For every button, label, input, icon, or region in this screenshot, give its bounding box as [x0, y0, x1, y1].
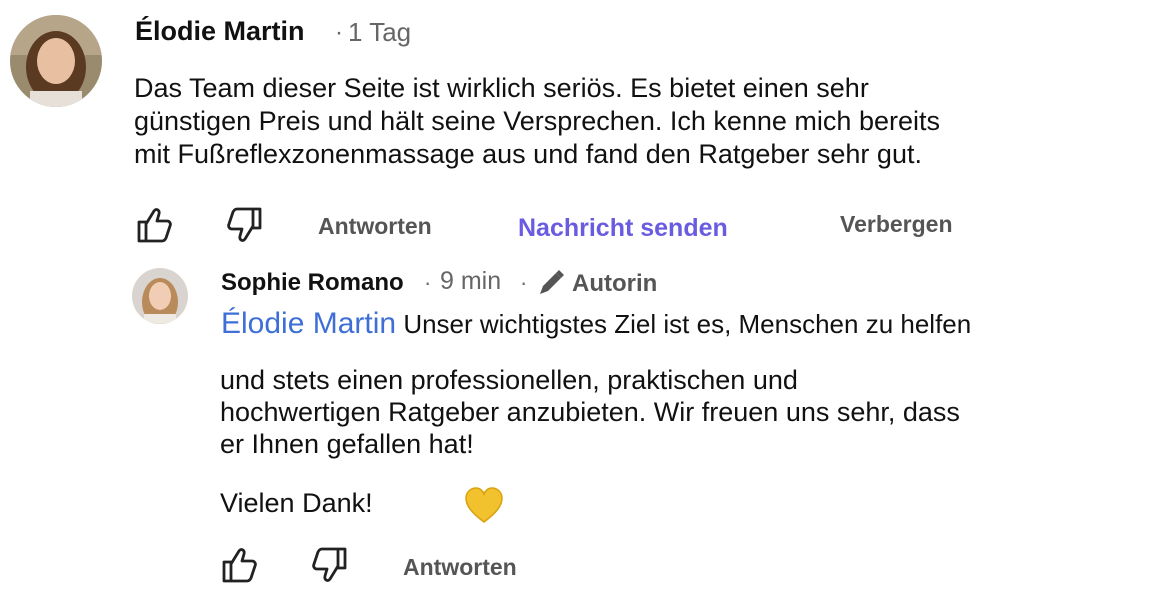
comment-text: Das Team dieser Seite ist wirklich seriö…: [134, 72, 1134, 171]
reply-closing: Vielen Dank!: [220, 488, 373, 518]
reply-text-line: und stets einen professionellen, praktis…: [220, 365, 798, 395]
reply-text-line: Unser wichtigstes Ziel ist es, Menschen …: [403, 309, 972, 339]
like-button[interactable]: [134, 205, 174, 245]
thumbs-down-icon: [312, 547, 347, 582]
comment-text-line: Das Team dieser Seite ist wirklich seriö…: [134, 73, 869, 103]
comment-separator: ·: [335, 19, 343, 46]
comment-timestamp[interactable]: 1 Tag: [348, 17, 411, 48]
reply-author-avatar-image: [132, 268, 188, 324]
yellow-heart-icon: [464, 487, 504, 525]
reply-separator: ·: [424, 270, 432, 295]
author-badge-label: Autorin: [572, 270, 658, 297]
hide-button[interactable]: Verbergen: [840, 211, 953, 238]
reply-text: und stets einen professionellen, praktis…: [220, 364, 1120, 460]
reply-dislike-button[interactable]: [310, 545, 350, 585]
reply-separator-2: ·: [520, 270, 528, 295]
thumbs-up-icon: [137, 208, 172, 243]
reply-first-line: Élodie Martin Unser wichtigstes Ziel ist…: [221, 305, 971, 343]
comment-text-line: günstigen Preis und hält seine Versprech…: [134, 106, 940, 136]
thumbs-down-icon: [227, 207, 262, 242]
reply-text-line: hochwertigen Ratgeber anzubieten. Wir fr…: [220, 397, 960, 427]
reply-like-button[interactable]: [219, 545, 259, 585]
mention-link[interactable]: Élodie Martin: [221, 307, 396, 340]
comment-author[interactable]: Élodie Martin: [135, 16, 305, 47]
comment-text-line: mit Fußreflexzonenmassage aus und fand d…: [134, 139, 922, 169]
commenter-avatar[interactable]: [10, 15, 102, 107]
thumbs-up-icon: [222, 548, 257, 583]
reply-text-line: er Ihnen gefallen hat!: [220, 429, 474, 459]
dislike-button[interactable]: [225, 205, 265, 245]
reply-button[interactable]: Antworten: [318, 213, 432, 240]
reply-timestamp[interactable]: 9 min: [440, 267, 501, 296]
author-badge: Autorin: [536, 266, 676, 300]
pencil-icon: [540, 270, 564, 294]
send-message-button[interactable]: Nachricht senden: [518, 214, 728, 243]
reply-author-avatar[interactable]: [132, 268, 188, 324]
commenter-avatar-image: [10, 15, 102, 107]
reply-author[interactable]: Sophie Romano: [221, 269, 404, 297]
reply-reply-button[interactable]: Antworten: [403, 554, 517, 581]
